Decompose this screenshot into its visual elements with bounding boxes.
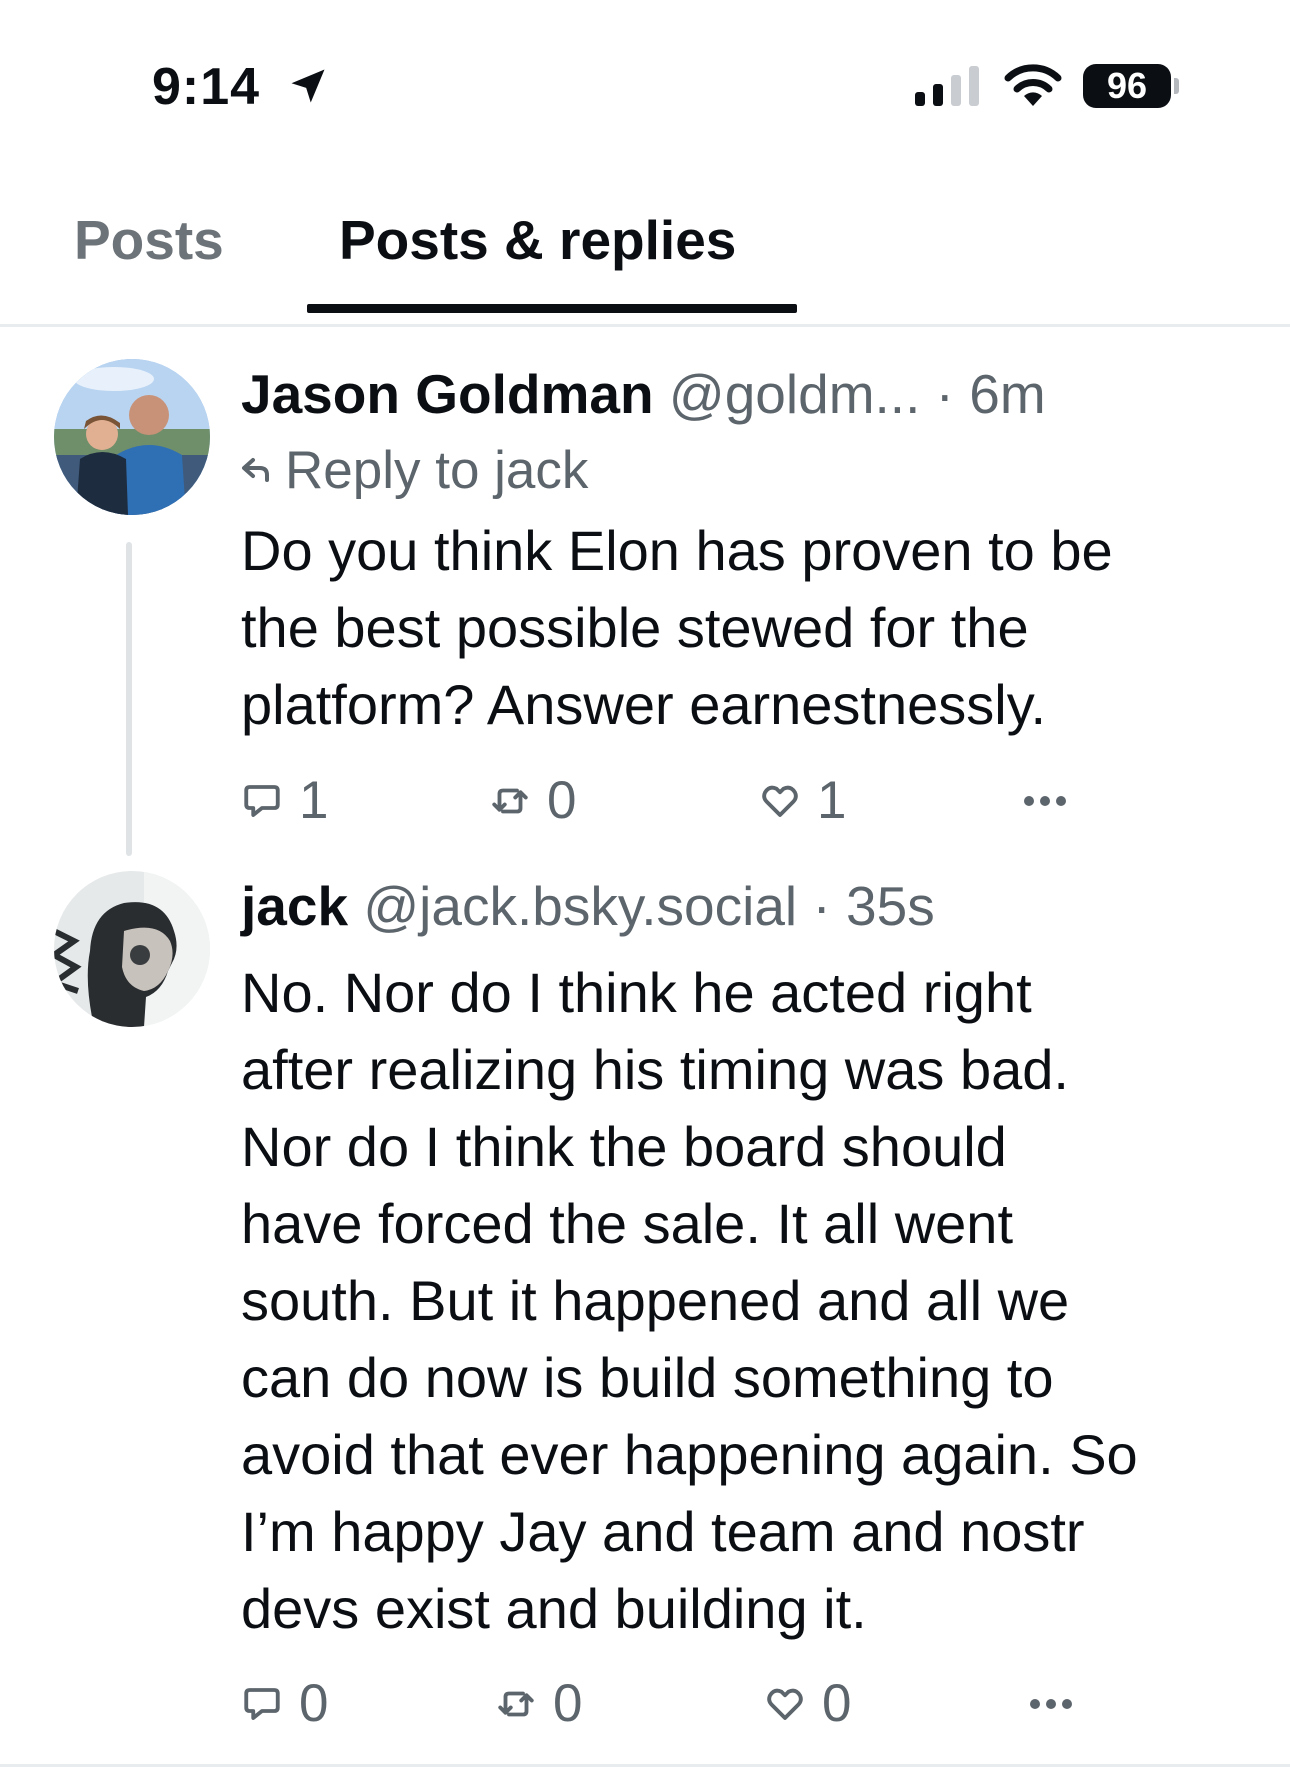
post-header: jack @jack.bsky.social · 35s <box>241 873 935 939</box>
more-options-icon[interactable] <box>1015 776 1075 826</box>
repost-button[interactable]: 0 <box>495 1671 582 1737</box>
active-tab-indicator <box>307 304 797 313</box>
post-text: Do you think Elon has proven to be the b… <box>241 519 1113 736</box>
profile-tabs: Posts Posts & replies <box>0 170 1290 327</box>
post-actions: 0 0 0 <box>241 1671 1241 1737</box>
reply-count: 1 <box>299 771 329 830</box>
wifi-icon <box>1004 64 1062 106</box>
cellular-signal-icon <box>915 66 979 106</box>
feed-divider <box>0 1764 1290 1767</box>
author-handle[interactable]: @goldm... <box>669 363 920 425</box>
repost-icon <box>498 1691 534 1717</box>
repost-count: 0 <box>547 771 577 830</box>
like-count: 0 <box>822 1674 852 1733</box>
battery-tip <box>1174 78 1179 94</box>
post-time[interactable]: 35s <box>846 875 935 937</box>
thread-connector-line <box>126 542 132 856</box>
tab-posts[interactable]: Posts <box>74 200 224 280</box>
reply-to-indicator[interactable]: Reply to jack <box>241 438 588 504</box>
post-header: Jason Goldman @goldm... · 6m <box>241 361 1046 427</box>
avatar-photo <box>54 871 210 1027</box>
tab-posts-and-replies[interactable]: Posts & replies <box>339 200 736 280</box>
separator-dot: · <box>812 875 831 937</box>
heart-icon <box>767 1688 803 1720</box>
like-button[interactable]: 1 <box>759 768 846 834</box>
status-bar: 9:14 96 <box>0 0 1290 170</box>
repost-count: 0 <box>553 1674 583 1733</box>
post-actions: 1 0 1 <box>241 768 1241 834</box>
battery-indicator: 96 <box>1083 64 1171 108</box>
location-arrow-icon <box>291 69 325 103</box>
like-button[interactable]: 0 <box>764 1671 851 1737</box>
reply-to-text: Reply to jack <box>285 441 589 500</box>
status-time: 9:14 <box>152 58 261 116</box>
repost-icon <box>492 788 528 814</box>
reply-button[interactable]: 1 <box>241 768 328 834</box>
avatar-jack[interactable] <box>54 871 210 1027</box>
separator-dot: · <box>935 363 954 425</box>
author-handle[interactable]: @jack.bsky.social <box>363 875 797 937</box>
heart-icon <box>762 785 798 817</box>
reply-arrow-icon <box>242 458 269 482</box>
more-options-icon[interactable] <box>1021 1679 1081 1729</box>
reply-icon <box>244 1688 280 1720</box>
avatar-jason-goldman[interactable] <box>54 359 210 515</box>
repost-button[interactable]: 0 <box>489 768 576 834</box>
post-text: No. Nor do I think he acted right after … <box>241 961 1138 1640</box>
reply-button[interactable]: 0 <box>241 1671 328 1737</box>
post-time[interactable]: 6m <box>969 363 1045 425</box>
like-count: 1 <box>817 771 847 830</box>
avatar-photo <box>54 359 210 515</box>
author-name[interactable]: Jason Goldman <box>241 363 654 425</box>
reply-icon <box>244 785 280 817</box>
author-name[interactable]: jack <box>241 875 348 937</box>
reply-count: 0 <box>299 1674 329 1733</box>
